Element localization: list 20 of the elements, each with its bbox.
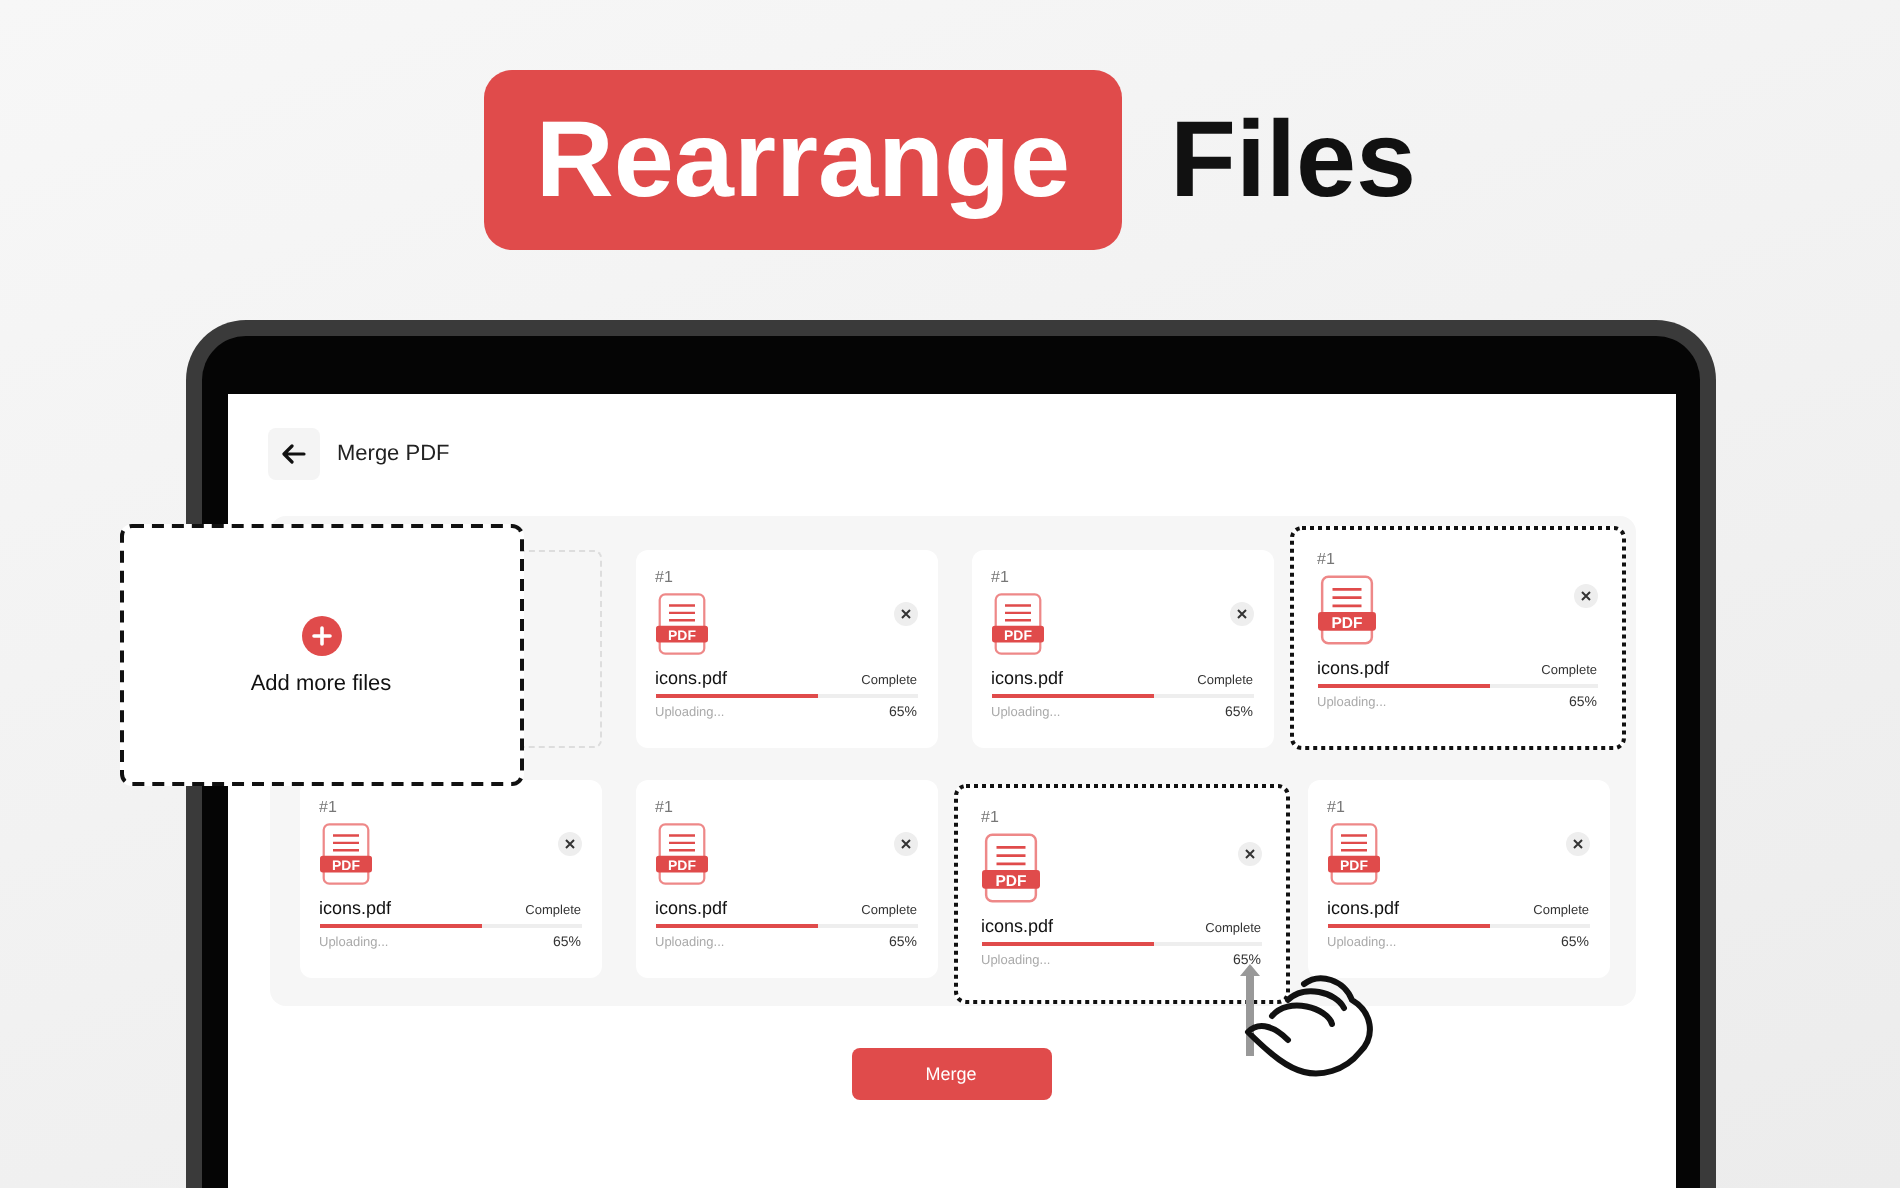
headline-highlight: Rearrange — [483, 70, 1123, 250]
file-number: #1 — [1327, 798, 1345, 816]
file-number: #1 — [319, 798, 337, 816]
file-name: icons.pdf — [319, 898, 392, 918]
file-number: #1 — [991, 568, 1009, 586]
file-name: icons.pdf — [1317, 658, 1390, 678]
file-number: #1 — [655, 568, 673, 586]
file-name: icons.pdf — [655, 898, 728, 918]
file-name: icons.pdf — [655, 668, 728, 688]
headline-text: Files — [1170, 98, 1417, 222]
file-number: #1 — [1317, 550, 1335, 568]
merge-button[interactable]: Merge — [851, 1048, 1051, 1100]
file-name: icons.pdf — [1327, 898, 1400, 918]
file-number: #1 — [655, 798, 673, 816]
file-name: icons.pdf — [981, 916, 1054, 936]
add-files-card[interactable]: Add more files — [119, 524, 523, 786]
file-number: #1 — [981, 808, 999, 826]
page-title: Merge PDF — [337, 442, 450, 466]
add-files-label: Add more files — [250, 671, 392, 695]
file-name: icons.pdf — [991, 668, 1064, 688]
